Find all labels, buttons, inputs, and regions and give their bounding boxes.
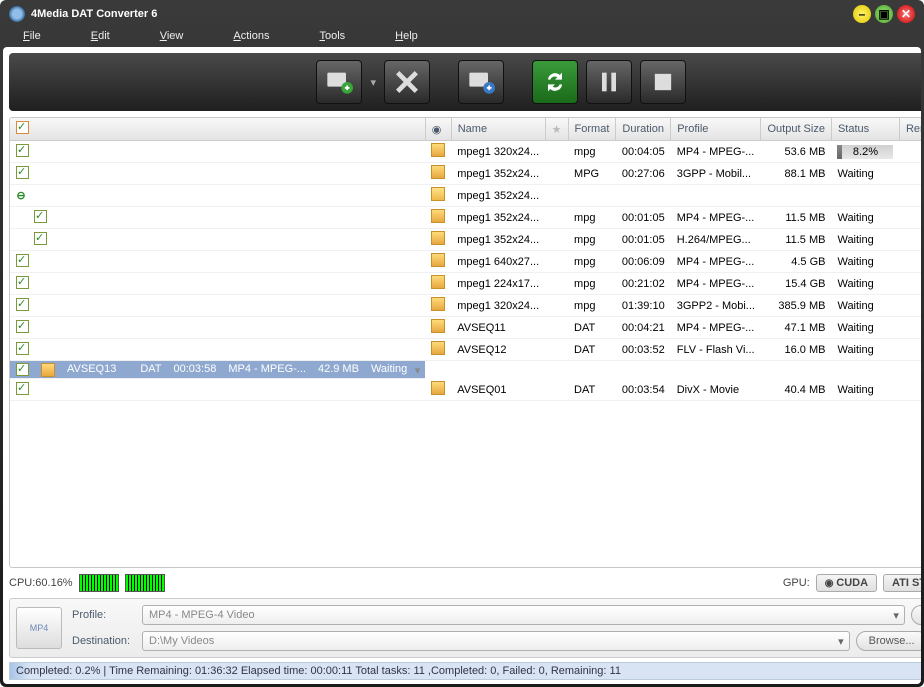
col-format[interactable]: Format [568,118,616,141]
file-icon [431,253,445,267]
table-row[interactable]: AVSEQ12DAT00:03:52FLV - Flash Vi...16.0 … [10,339,921,361]
table-row[interactable]: mpeg1 320x24...mpg00:04:05MP4 - MPEG-...… [10,141,921,163]
file-icon [431,209,445,223]
profile-thumb-icon: MP4 [16,607,62,649]
table-row[interactable]: mpeg1 224x17...mpg00:21:02MP4 - MPEG-...… [10,273,921,295]
table-row[interactable]: mpeg1 320x24...mpg01:39:103GPP2 - Mobi..… [10,295,921,317]
menu-actions[interactable]: Actions [233,30,269,42]
table-row[interactable]: AVSEQ13DAT00:03:58MP4 - MPEG-...42.9 MBW… [10,361,425,379]
collapse-icon[interactable]: ⊖ [16,189,26,202]
titlebar[interactable]: 4Media DAT Converter 6 – ▣ ✕ [3,3,921,25]
bottom-panel: MP4 Profile: MP4 - MPEG-4 Video Save As.… [9,598,921,658]
table-row[interactable]: AVSEQ11DAT00:04:21MP4 - MPEG-...47.1 MBW… [10,317,921,339]
window-title: 4Media DAT Converter 6 [31,8,853,20]
row-checkbox[interactable] [16,254,29,267]
table-row[interactable]: mpeg1 640x27...mpg00:06:09MP4 - MPEG-...… [10,251,921,273]
file-icon [431,231,445,245]
col-profile[interactable]: Profile [671,118,761,141]
file-icon [431,319,445,333]
app-icon [9,6,25,22]
menu-file[interactable]: File [23,30,41,42]
row-checkbox[interactable] [34,210,47,223]
row-checkbox[interactable] [16,298,29,311]
maximize-button[interactable]: ▣ [875,5,893,23]
folder-icon [431,187,445,201]
menu-help[interactable]: Help [395,30,418,42]
status-bar: Completed: 0.2% | Time Remaining: 01:36:… [9,662,921,680]
menu-edit[interactable]: Edit [91,30,110,42]
row-checkbox[interactable] [16,342,29,355]
browse-button[interactable]: Browse... [856,631,921,651]
file-icon [431,143,445,157]
file-icon [431,297,445,311]
delete-button[interactable] [384,60,430,104]
file-icon [431,341,445,355]
convert-button[interactable] [532,60,578,104]
profile-label: Profile: [72,609,136,621]
cpu-graph-icon [125,574,165,592]
pause-button[interactable] [586,60,632,104]
dest-combo[interactable]: D:\My Videos [142,631,850,651]
row-checkbox[interactable] [16,166,29,179]
menu-view[interactable]: View [160,30,184,42]
file-icon [431,381,445,395]
col-name[interactable]: Name [451,118,545,141]
check-all[interactable] [16,121,29,134]
table-row[interactable]: mpeg1 352x24...mpg00:01:05H.264/MPEG...1… [10,229,921,251]
profile-combo[interactable]: MP4 - MPEG-4 Video [142,605,905,625]
cpu-label: CPU:60.16% [9,577,73,589]
ati-badge[interactable]: ATI STREAM [883,574,921,592]
file-icon [431,275,445,289]
minimize-button[interactable]: – [853,5,871,23]
gpu-label: GPU: [783,577,810,589]
cpu-row: CPU:60.16% GPU: ◉ CUDA ATI STREAM 🔧 [9,572,921,594]
toolbar: ▾ [9,53,921,111]
table-row[interactable]: AVSEQ01DAT00:03:54DivX - Movie40.4 MBWai… [10,379,921,401]
row-checkbox[interactable] [34,232,47,245]
table-row[interactable]: mpeg1 352x24...mpg00:01:05MP4 - MPEG-...… [10,207,921,229]
file-icon [41,363,55,377]
close-button[interactable]: ✕ [897,5,915,23]
save-as-button[interactable]: Save As... [911,605,921,625]
cpu-graph-icon [79,574,119,592]
row-checkbox[interactable] [16,144,29,157]
col-status[interactable]: Status [831,118,899,141]
row-checkbox[interactable] [16,320,29,333]
table-row[interactable]: mpeg1 352x24...MPG00:27:063GPP - Mobil..… [10,163,921,185]
row-checkbox[interactable] [16,276,29,289]
table-row[interactable]: ⊖mpeg1 352x24... [10,185,921,207]
col-remaining[interactable]: Remaining Time [899,118,921,141]
col-output[interactable]: Output Size [761,118,831,141]
dest-label: Destination: [72,635,136,647]
menu-tools[interactable]: Tools [319,30,345,42]
col-duration[interactable]: Duration [616,118,671,141]
menubar: File Edit View Actions Tools Help [3,25,921,47]
add-profile-button[interactable] [458,60,504,104]
cuda-badge[interactable]: ◉ CUDA [816,574,877,592]
file-table[interactable]: ◉ Name ★ Format Duration Profile Output … [9,117,921,568]
stop-button[interactable] [640,60,686,104]
row-checkbox[interactable] [16,363,29,376]
row-checkbox[interactable] [16,382,29,395]
file-icon [431,165,445,179]
add-file-button[interactable] [316,60,362,104]
